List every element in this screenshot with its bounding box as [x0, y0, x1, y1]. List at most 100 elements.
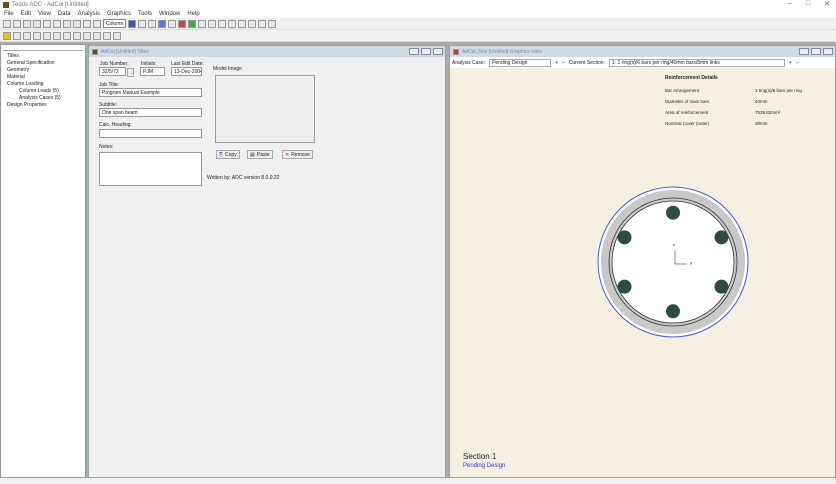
cut-icon[interactable] [43, 19, 51, 28]
frame-icon[interactable] [23, 31, 31, 40]
report-icon[interactable] [218, 19, 227, 28]
find-icon[interactable] [248, 19, 257, 28]
menu-bar: File Edit View Data Analysis Graphics Tools Win… [0, 9, 836, 18]
paste-button[interactable]: ▤ Paste [247, 150, 273, 159]
help-icon[interactable] [83, 19, 91, 28]
sum-icon[interactable] [198, 19, 207, 28]
open-folder-icon[interactable] [23, 19, 31, 28]
window-icon[interactable] [148, 19, 157, 28]
remove-section-button[interactable]: – [796, 60, 799, 66]
menu-window[interactable]: Window [159, 11, 180, 17]
job-number-input[interactable]: 32/5/72 [99, 67, 126, 76]
results-icon[interactable] [188, 19, 197, 28]
last-edit-input[interactable]: 13-Dec-2004 [171, 67, 202, 76]
print-icon[interactable] [73, 19, 81, 28]
section-status: Pending Design [463, 463, 506, 469]
column-icon[interactable] [128, 19, 137, 28]
load6-icon[interactable] [93, 31, 101, 40]
remove-icon: ✕ [285, 151, 290, 158]
calc-heading-label: Calc. Heading: [99, 122, 132, 128]
notes-textarea[interactable] [99, 152, 202, 186]
title-bar: Tedds ADC - AdCol [Untitled] – □ ✕ [0, 0, 836, 9]
menu-graphics[interactable]: Graphics [107, 11, 131, 17]
new-icon[interactable] [3, 19, 11, 28]
window-icon [453, 48, 459, 55]
model-image-box [215, 75, 315, 143]
tree-item-general-specification[interactable]: General Specification [1, 59, 85, 66]
detail-key: Diameter of main bars [665, 99, 710, 104]
load3-icon[interactable] [63, 31, 71, 40]
open-icon[interactable] [13, 19, 21, 28]
tree-item-geometry[interactable]: Geometry [1, 66, 85, 73]
tree-panel: Titles General Specification Geometry Ma… [0, 44, 86, 478]
grid1-icon[interactable] [103, 31, 111, 40]
current-section-select[interactable]: 1: 1 ring(s)/6 bars per ring/40mm bars/8… [608, 58, 785, 67]
zoom-icon[interactable] [238, 19, 247, 28]
detail-key: Nominal Cover (outer) [665, 121, 710, 126]
remove-case-button[interactable]: – [562, 60, 565, 66]
copy-button[interactable]: ⎘ Copy [216, 150, 240, 159]
window-title: AdCol_Nos [Untitled] Graphics View [462, 48, 542, 55]
add-section-button[interactable]: + [789, 60, 792, 66]
analyse-icon[interactable] [178, 19, 187, 28]
close-button[interactable] [823, 48, 833, 55]
load2-icon[interactable] [53, 31, 61, 40]
grid2-icon[interactable] [113, 31, 121, 40]
maximize-button[interactable] [421, 48, 431, 55]
z-axis-label: z [673, 242, 675, 247]
equal-icon[interactable] [208, 19, 217, 28]
check-icon[interactable] [158, 19, 167, 28]
maximize-button[interactable] [811, 48, 821, 55]
save-icon[interactable] [33, 19, 41, 28]
analysis-case-select[interactable]: Pending Design [489, 58, 552, 67]
detail-key: Bar Arrangement [665, 88, 700, 93]
tree-item-material[interactable]: Material [1, 73, 85, 80]
arch-icon[interactable] [33, 31, 41, 40]
menu-view[interactable]: View [38, 11, 51, 17]
calc-heading-input[interactable] [99, 129, 202, 138]
menu-file[interactable]: File [4, 11, 14, 17]
copy-label: Copy [225, 151, 237, 158]
settings-icon[interactable] [3, 31, 11, 40]
copy-icon[interactable] [53, 19, 61, 28]
graphics-icon[interactable] [138, 19, 147, 28]
menu-tools[interactable]: Tools [138, 11, 152, 17]
minimize-button[interactable] [409, 48, 419, 55]
add-case-button[interactable]: + [555, 60, 558, 66]
minimize-button[interactable]: – [788, 0, 792, 8]
tree-item-column-loading[interactable]: Column Loading [1, 80, 85, 87]
cancel-icon[interactable] [228, 19, 237, 28]
tree-item-design-properties[interactable]: Design Properties [1, 101, 85, 108]
tree-item-titles[interactable]: Titles [1, 52, 85, 59]
initials-input[interactable]: PJM [140, 67, 165, 76]
toolbar-secondary [0, 30, 836, 42]
close-button[interactable]: ✕ [824, 0, 830, 8]
view-icon[interactable] [13, 31, 21, 40]
current-section-label: Current Section: [568, 59, 605, 66]
menu-help[interactable]: Help [187, 11, 199, 17]
rebar [617, 279, 632, 294]
design-icon[interactable] [168, 19, 177, 28]
load1-icon[interactable] [43, 31, 51, 40]
member-type-select[interactable]: Column [103, 19, 127, 28]
tree-item-analysis-cases[interactable]: Analysis Cases (5) [1, 94, 85, 101]
browse-button[interactable]: ... [127, 68, 134, 77]
load5-icon[interactable] [83, 31, 91, 40]
close-button[interactable] [433, 48, 443, 55]
remove-button[interactable]: ✕ Remove [282, 150, 313, 159]
minimize-button[interactable] [799, 48, 809, 55]
format-icon[interactable] [268, 19, 277, 28]
job-title-input[interactable]: Program Manual Example [99, 88, 202, 97]
load4-icon[interactable] [73, 31, 81, 40]
tree-item-column-loads[interactable]: Column Loads (5) [1, 87, 85, 94]
details-title: Reinforcement Details [665, 75, 718, 81]
menu-data[interactable]: Data [58, 11, 71, 17]
menu-analysis[interactable]: Analysis [78, 11, 100, 17]
paste-icon[interactable] [63, 19, 71, 28]
context-help-icon[interactable] [93, 19, 101, 28]
text-icon[interactable] [258, 19, 267, 28]
menu-edit[interactable]: Edit [21, 11, 31, 17]
subtitle-input[interactable]: One span beam [99, 108, 202, 117]
titles-window-header: AdCol [Untitled] Titles [89, 46, 445, 57]
maximize-button[interactable]: □ [806, 0, 810, 8]
